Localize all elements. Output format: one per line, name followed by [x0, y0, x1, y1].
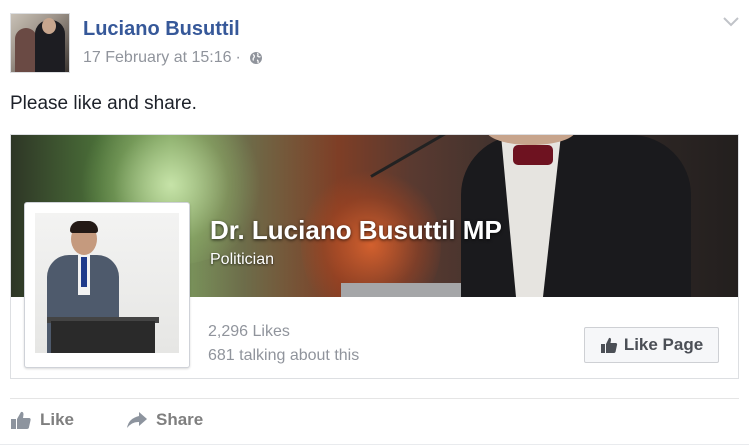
author-name-link[interactable]: Luciano Busuttil [83, 18, 240, 41]
chevron-down-icon[interactable] [722, 16, 740, 28]
meta-separator: · [235, 49, 241, 66]
like-page-button[interactable]: Like Page [584, 327, 719, 363]
post-text: Please like and share. [10, 93, 197, 114]
share-arrow-icon [127, 412, 147, 428]
page-name-link[interactable]: Dr. Luciano Busuttil MP [210, 215, 502, 246]
share-label: Share [156, 410, 204, 429]
thumbs-up-icon [11, 411, 31, 429]
page-category: Politician [210, 251, 275, 268]
share-button[interactable]: Share [126, 410, 203, 430]
author-avatar[interactable] [10, 13, 70, 73]
like-label: Like [40, 410, 75, 429]
like-page-label: Like Page [623, 335, 704, 354]
page-likes-count: 2,296 Likes [208, 323, 290, 340]
thumbs-up-icon [600, 337, 617, 353]
actions-divider [10, 398, 739, 399]
globe-icon[interactable] [249, 51, 263, 65]
page-talking-count: 681 talking about this [208, 347, 360, 364]
post-timestamp[interactable]: 17 February at 15:16 [83, 49, 232, 67]
post-meta: 17 February at 15:16 · [83, 49, 263, 67]
like-button[interactable]: Like [10, 410, 74, 430]
page-attachment-card[interactable]: Dr. Luciano Busuttil MP Politician 2,296… [10, 134, 739, 379]
page-profile-picture[interactable] [24, 202, 190, 368]
